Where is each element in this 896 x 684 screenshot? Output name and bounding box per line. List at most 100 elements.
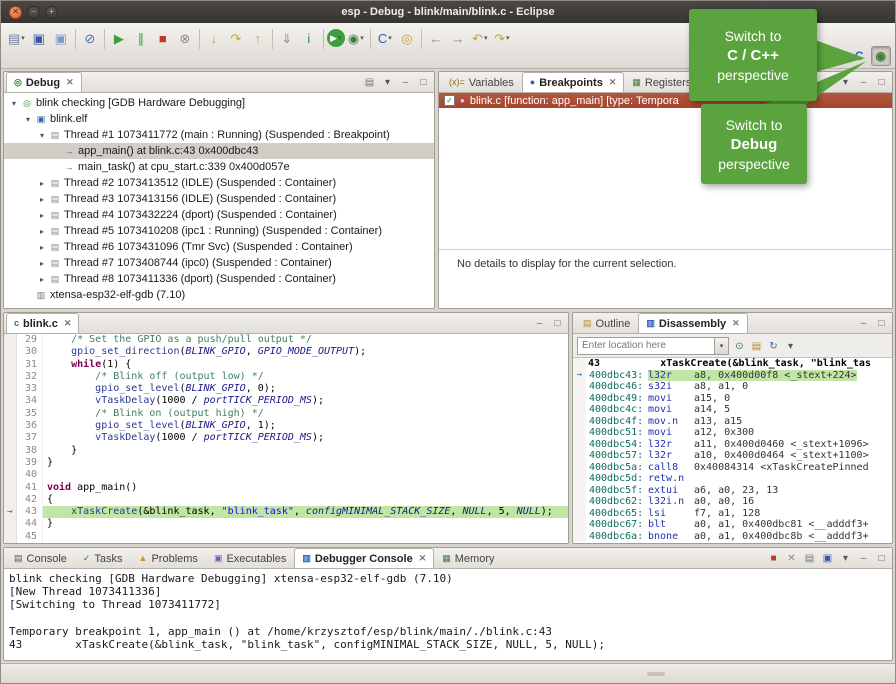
resize-grip[interactable] [647, 672, 665, 676]
forward-button[interactable]: ↷▾ [491, 27, 513, 49]
editor-margin[interactable] [4, 420, 17, 432]
disassembly-listing[interactable]: 43 xTaskCreate(&blink_task, "blink_tas→4… [573, 358, 892, 543]
close-icon[interactable]: ✕ [64, 318, 72, 329]
expand-icon[interactable]: ▸ [36, 227, 48, 236]
step-over-button[interactable]: ↷ [225, 27, 247, 49]
editor-margin[interactable] [4, 408, 17, 420]
window-close-button[interactable]: ✕ [9, 6, 22, 19]
editor-line[interactable]: 42{ [4, 494, 568, 506]
editor-margin[interactable] [4, 359, 17, 371]
disassembly-row[interactable]: 400dbc62:l32i.na0, a0, 16 [573, 496, 892, 508]
resume-button[interactable]: ▶ [108, 27, 130, 49]
editor-margin[interactable] [4, 346, 17, 358]
debug-tree-item[interactable]: ▸▤Thread #3 1073413156 (IDLE) (Suspended… [4, 191, 434, 207]
tab-executables[interactable]: ▣Executables [206, 548, 294, 568]
step-into-button[interactable]: ↓ [203, 27, 225, 49]
show-source-button[interactable]: ▤ [750, 340, 763, 352]
editor-line[interactable]: 41void app_main() [4, 482, 568, 494]
disassembly-row[interactable]: 400dbc4f:mov.na13, a15 [573, 416, 892, 428]
breakpoints-list-area[interactable] [439, 108, 892, 249]
debug-tree-item[interactable]: ▸▤Thread #8 1073411336 (dport) (Suspende… [4, 271, 434, 287]
tab-outline[interactable]: ▤Outline [575, 313, 638, 333]
sync-with-source-button[interactable]: ⊙ [733, 340, 746, 352]
collapse-icon[interactable]: ▾ [22, 115, 34, 124]
debug-tree-item[interactable]: ▥xtensa-esp32-elf-gdb (7.10) [4, 287, 434, 303]
close-icon[interactable]: ✕ [732, 318, 740, 329]
tab-breakpoints[interactable]: ●Breakpoints✕ [522, 72, 625, 92]
editor-margin[interactable] [4, 482, 17, 494]
last-edit-location-button[interactable]: ← [425, 27, 447, 49]
close-icon[interactable]: ✕ [419, 553, 427, 564]
editor-line[interactable]: 36 gpio_set_level(BLINK_GPIO, 1); [4, 420, 568, 432]
search-button[interactable]: ◎ [396, 27, 418, 49]
suspend-button[interactable]: ∥ [130, 27, 152, 49]
editor-line[interactable]: 32 /* Blink off (output low) */ [4, 371, 568, 383]
tab-debugger-console[interactable]: ▥Debugger Console✕ [294, 548, 434, 568]
editor-margin[interactable] [4, 531, 17, 543]
disassembly-row[interactable]: 400dbc46:s32ia8, a1, 0 [573, 381, 892, 393]
debug-toolbar-misc-button[interactable]: ▤ [363, 76, 376, 88]
back-button[interactable]: ↶▾ [469, 27, 491, 49]
minimize-button[interactable]: – [533, 317, 546, 329]
tab-tasks[interactable]: ✓Tasks [75, 548, 131, 568]
disassembly-row[interactable]: 400dbc49:movia15, 0 [573, 393, 892, 405]
view-menu-button[interactable]: ▾ [381, 76, 394, 88]
run-button[interactable]: ▶▾ [327, 29, 345, 47]
disassembly-row[interactable]: 400dbc54:l32ra11, 0x400d0460 <_stext+109… [573, 439, 892, 451]
refresh-button[interactable]: ↻ [767, 340, 780, 352]
display-selected-console-button[interactable]: ▣ [821, 552, 834, 564]
expand-icon[interactable]: ▸ [36, 179, 48, 188]
close-icon[interactable]: ✕ [66, 77, 74, 88]
breakpoint-row[interactable]: ✓ ● blink.c [function: app_main] [type: … [439, 93, 892, 108]
window-maximize-button[interactable]: + [45, 6, 58, 19]
debug-tree-item[interactable]: →app_main() at blink.c:43 0x400dbc43 [4, 143, 434, 159]
editor-margin[interactable] [4, 432, 17, 444]
terminate-button[interactable]: ■ [152, 27, 174, 49]
next-annotation-button[interactable]: → [447, 27, 469, 49]
instruction-pointer-icon[interactable]: → [4, 506, 17, 518]
breakpoint-checkbox[interactable]: ✓ [444, 95, 455, 106]
expand-icon[interactable]: ▸ [36, 259, 48, 268]
editor-line[interactable]: 39} [4, 457, 568, 469]
editor-line[interactable]: 33 gpio_set_level(BLINK_GPIO, 0); [4, 383, 568, 395]
terminate-button[interactable]: ■ [767, 552, 780, 564]
expand-icon[interactable]: ▸ [36, 275, 48, 284]
editor-margin[interactable] [4, 383, 17, 395]
disassembly-row[interactable]: 43 xTaskCreate(&blink_task, "blink_tas [573, 358, 892, 370]
editor-line[interactable]: 40 [4, 469, 568, 481]
debug-tree-item[interactable]: ▾▣blink.elf [4, 111, 434, 127]
editor-margin[interactable] [4, 445, 17, 457]
debug-tree-item[interactable]: ▸▤Thread #2 1073413512 (IDLE) (Suspended… [4, 175, 434, 191]
minimize-button[interactable]: – [857, 317, 870, 329]
editor-line[interactable]: 37 vTaskDelay(1000 / portTICK_PERIOD_MS)… [4, 432, 568, 444]
step-return-button[interactable]: ↑ [247, 27, 269, 49]
tab-disassembly[interactable]: ▥Disassembly✕ [638, 313, 747, 333]
remove-launch-button[interactable]: ✕ [785, 552, 798, 564]
debug-tree-item[interactable]: ▸▤Thread #6 1073431096 (Tmr Svc) (Suspen… [4, 239, 434, 255]
tab-console[interactable]: ▤Console [6, 548, 75, 568]
maximize-button[interactable]: □ [875, 76, 888, 88]
collapse-icon[interactable]: ▾ [8, 99, 20, 108]
debug-tree-item[interactable]: ▾◎blink checking [GDB Hardware Debugging… [4, 95, 434, 111]
maximize-button[interactable]: □ [417, 76, 430, 88]
editor-margin[interactable] [4, 395, 17, 407]
code-editor[interactable]: 29 /* Set the GPIO as a push/pull output… [4, 334, 568, 543]
editor-margin[interactable] [4, 469, 17, 481]
editor-margin[interactable] [4, 371, 17, 383]
new-button[interactable]: ▤▾ [5, 27, 28, 49]
maximize-button[interactable]: □ [875, 552, 888, 564]
minimize-button[interactable]: – [857, 552, 870, 564]
editor-line[interactable]: 44} [4, 518, 568, 530]
debug-tree-item[interactable]: ▾▤Thread #1 1073411772 (main : Running) … [4, 127, 434, 143]
editor-margin[interactable] [4, 334, 17, 346]
expand-icon[interactable]: ▸ [36, 195, 48, 204]
disassembly-row[interactable]: 400dbc57:l32ra10, 0x400d0464 <_stext+110… [573, 450, 892, 462]
collapse-icon[interactable]: ▾ [36, 131, 48, 140]
editor-line[interactable]: →43 xTaskCreate(&blink_task, "blink_task… [4, 506, 568, 518]
close-icon[interactable]: ✕ [609, 77, 617, 88]
editor-line[interactable]: 29 /* Set the GPIO as a push/pull output… [4, 334, 568, 346]
editor-margin[interactable] [4, 457, 17, 469]
disassembly-row[interactable]: 400dbc5f:extuia6, a0, 23, 13 [573, 485, 892, 497]
maximize-button[interactable]: □ [875, 317, 888, 329]
drop-to-frame-button[interactable]: ⇓ [276, 27, 298, 49]
